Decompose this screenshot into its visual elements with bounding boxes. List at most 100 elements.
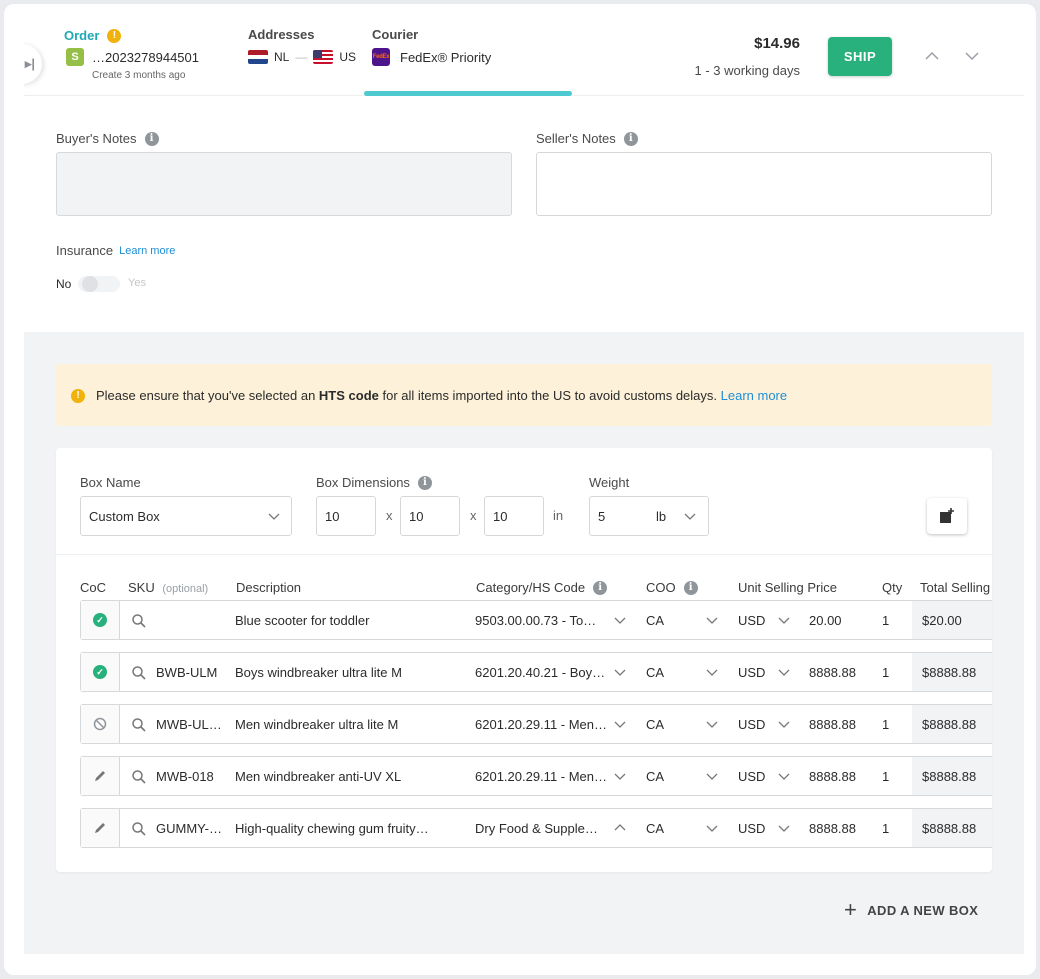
- address-route[interactable]: NL — US: [248, 50, 356, 64]
- add-package-icon: [940, 508, 954, 523]
- sku-input[interactable]: MWB-UL…: [156, 717, 228, 732]
- currency-select[interactable]: USD: [738, 769, 778, 784]
- chevron-down-icon: [706, 773, 718, 780]
- insurance-yes-label: Yes: [128, 277, 146, 289]
- banner-learn-more-link[interactable]: Learn more: [721, 388, 787, 403]
- coc-status-cell[interactable]: ✓: [81, 601, 120, 639]
- qty-input[interactable]: 1: [882, 769, 902, 784]
- coo-select[interactable]: CA: [646, 613, 686, 628]
- coo-select[interactable]: CA: [646, 821, 686, 836]
- unit-price-input[interactable]: 20.00: [809, 613, 869, 628]
- coc-status-cell[interactable]: [81, 757, 120, 795]
- coo-select[interactable]: CA: [646, 769, 686, 784]
- currency-select[interactable]: USD: [738, 613, 778, 628]
- total-price: $8888.88: [912, 809, 992, 847]
- currency-select[interactable]: USD: [738, 821, 778, 836]
- order-warning-icon[interactable]: !: [107, 28, 122, 43]
- coo-select[interactable]: CA: [646, 717, 686, 732]
- shipping-price: $14.96: [754, 35, 800, 52]
- next-shipment-button[interactable]: [962, 46, 982, 66]
- search-icon[interactable]: [131, 665, 147, 681]
- unit-price-input[interactable]: 8888.88: [809, 717, 869, 732]
- sku-input[interactable]: GUMMY-…: [156, 821, 228, 836]
- description-input[interactable]: High-quality chewing gum fruity…: [235, 821, 457, 836]
- insurance-learn-more-link[interactable]: Learn more: [119, 245, 175, 257]
- box-height-input[interactable]: 10: [484, 496, 544, 536]
- unit-price-input[interactable]: 8888.88: [809, 769, 869, 784]
- total-header: Total Selling: [920, 580, 991, 595]
- order-label: Order: [64, 28, 100, 43]
- currency-select[interactable]: USD: [738, 717, 778, 732]
- courier-label: Courier: [372, 27, 419, 42]
- collapse-icon: ▸|: [24, 56, 36, 71]
- pencil-icon: [95, 771, 105, 781]
- check-circle-icon: ✓: [93, 665, 107, 679]
- add-new-box-button[interactable]: + ADD A NEW BOX: [844, 899, 978, 921]
- shopify-icon: S: [66, 48, 84, 66]
- chevron-down-icon: [778, 825, 790, 832]
- courier-selector[interactable]: FedEx FedEx® Priority: [372, 48, 491, 66]
- box-width-input[interactable]: 10: [400, 496, 460, 536]
- description-input[interactable]: Boys windbreaker ultra lite M: [235, 665, 457, 680]
- buyer-notes-info-icon[interactable]: i: [144, 131, 159, 146]
- category-info-icon[interactable]: i: [593, 580, 608, 595]
- hts-warning-text: Please ensure that you've selected an HT…: [96, 388, 787, 403]
- sku-header: SKU (optional): [128, 580, 208, 595]
- description-input[interactable]: Men windbreaker anti-UV XL: [235, 769, 457, 784]
- coo-select[interactable]: CA: [646, 665, 686, 680]
- box-length-input[interactable]: 10: [316, 496, 376, 536]
- seller-notes-info-icon[interactable]: i: [623, 131, 638, 146]
- shipment-card: ▸| Order ! S …2023278944501 Create 3 mon…: [24, 14, 1024, 954]
- coc-status-cell[interactable]: [81, 809, 120, 847]
- order-id[interactable]: …2023278944501: [92, 50, 199, 65]
- unit-price-input[interactable]: 8888.88: [809, 665, 869, 680]
- search-icon[interactable]: [131, 769, 147, 785]
- coo-header-label: COO: [646, 580, 676, 595]
- seller-notes-field[interactable]: [536, 152, 992, 216]
- category-select[interactable]: 6201.20.29.11 - Men…: [475, 717, 607, 732]
- category-select[interactable]: Dry Food & Supple…: [475, 821, 607, 836]
- weight-value: 5: [598, 509, 606, 524]
- buyer-notes-label-group: Buyer's Notes i: [56, 131, 159, 146]
- sku-optional-label: (optional): [162, 583, 209, 595]
- weight-input[interactable]: 5 lb: [589, 496, 709, 536]
- description-input[interactable]: Blue scooter for toddler: [235, 613, 457, 628]
- previous-shipment-button[interactable]: [922, 46, 942, 66]
- currency-select[interactable]: USD: [738, 665, 778, 680]
- pencil-icon: [95, 823, 105, 833]
- collapse-sidebar-button[interactable]: ▸|: [24, 44, 42, 84]
- category-select[interactable]: 9503.00.00.73 - To…: [475, 613, 607, 628]
- netherlands-flag-icon: [248, 50, 268, 64]
- sku-input[interactable]: MWB-018: [156, 769, 228, 784]
- qty-input[interactable]: 1: [882, 717, 902, 732]
- box-dimensions-label-group: Box Dimensions i: [316, 475, 432, 490]
- category-header: Category/HS Code i: [476, 580, 608, 595]
- qty-input[interactable]: 1: [882, 665, 902, 680]
- coo-header: COO i: [646, 580, 698, 595]
- box-name-select[interactable]: Custom Box: [80, 496, 292, 536]
- box-name-label: Box Name: [80, 475, 141, 490]
- us-flag-icon: [313, 50, 334, 64]
- category-select[interactable]: 6201.20.29.11 - Men…: [475, 769, 607, 784]
- description-input[interactable]: Men windbreaker ultra lite M: [235, 717, 457, 732]
- coc-status-cell[interactable]: ✓: [81, 653, 120, 691]
- qty-input[interactable]: 1: [882, 821, 902, 836]
- search-icon[interactable]: [131, 821, 147, 837]
- ship-button[interactable]: SHIP: [828, 37, 892, 76]
- coo-info-icon[interactable]: i: [683, 580, 698, 595]
- courier-name: FedEx® Priority: [400, 49, 492, 65]
- search-icon[interactable]: [131, 613, 147, 629]
- unit-price-input[interactable]: 8888.88: [809, 821, 869, 836]
- sku-input[interactable]: BWB-ULM: [156, 665, 228, 680]
- coc-status-cell[interactable]: [81, 705, 120, 743]
- add-package-button[interactable]: [927, 498, 967, 534]
- chevron-down-icon: [706, 617, 718, 624]
- unit-price-header: Unit Selling Price: [738, 580, 837, 595]
- box-length-value: 10: [325, 509, 340, 524]
- box-dimensions-info-icon[interactable]: i: [417, 475, 432, 490]
- weight-unit: lb: [656, 509, 667, 524]
- search-icon[interactable]: [131, 717, 147, 733]
- qty-input[interactable]: 1: [882, 613, 902, 628]
- insurance-no-label: No: [56, 277, 72, 291]
- category-select[interactable]: 6201.20.40.21 - Boy…: [475, 665, 607, 680]
